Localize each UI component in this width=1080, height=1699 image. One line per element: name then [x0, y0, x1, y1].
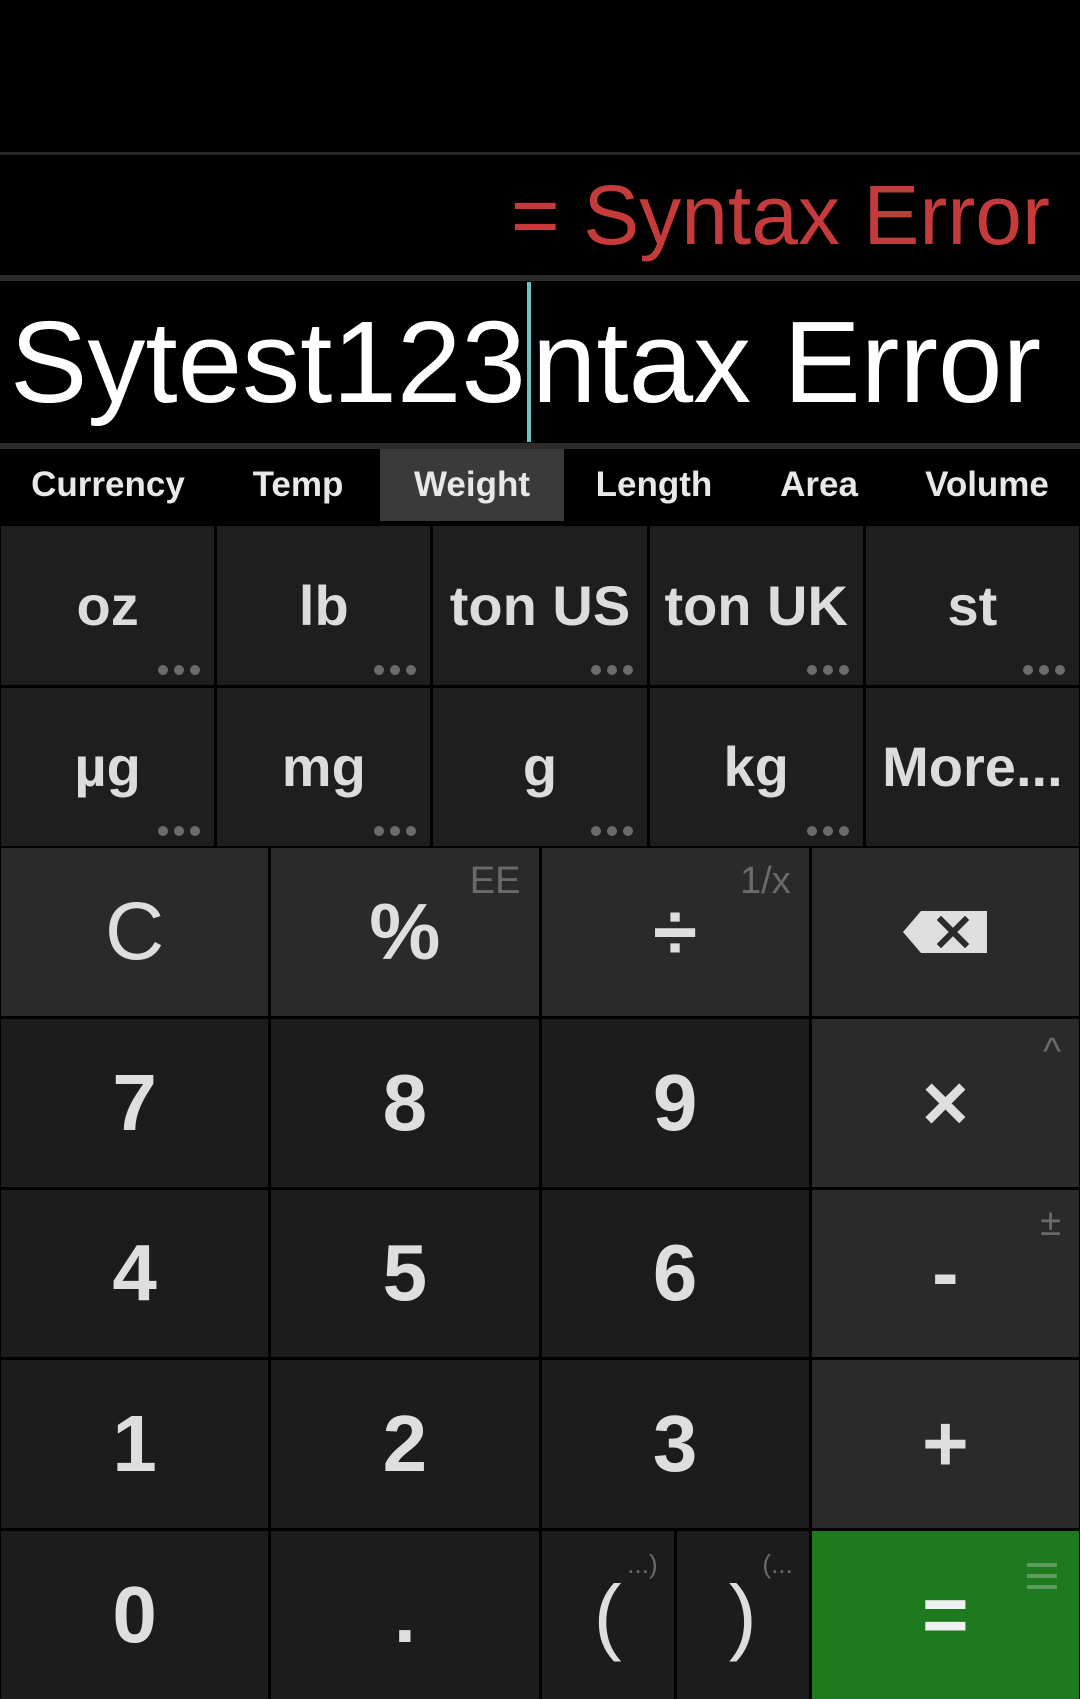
unit-label: lb: [298, 573, 349, 637]
equals-button[interactable]: =: [811, 1531, 1079, 1699]
more-options-icon: [590, 826, 633, 836]
converter-tabs: Currency Temp Weight Length Area Volume: [0, 449, 1080, 521]
expression-input[interactable]: Sytest123 ntax Error: [0, 281, 1080, 443]
tab-weight[interactable]: Weight: [380, 449, 564, 521]
decimal-point-button[interactable]: .: [271, 1531, 539, 1699]
key-alt-label: ...): [627, 1549, 658, 1580]
more-units-button[interactable]: More...: [865, 687, 1079, 846]
digit-5-button[interactable]: 5: [271, 1189, 539, 1358]
open-paren-button[interactable]: ( ...): [541, 1531, 674, 1699]
tab-area[interactable]: Area: [744, 449, 894, 521]
tab-volume[interactable]: Volume: [894, 449, 1080, 521]
key-label: .: [393, 1570, 416, 1660]
text-cursor: [526, 282, 531, 442]
more-options-icon: [374, 826, 417, 836]
tab-temp[interactable]: Temp: [216, 449, 380, 521]
result-text: = Syntax Error: [510, 168, 1050, 262]
close-paren-button[interactable]: ) (...: [676, 1531, 809, 1699]
more-options-icon: [806, 664, 849, 675]
key-label: ): [728, 1567, 757, 1662]
expression-after-cursor: ntax Error: [531, 297, 1042, 427]
more-options-icon: [158, 664, 201, 675]
key-label: 6: [652, 1228, 698, 1318]
key-label: 3: [652, 1399, 698, 1489]
unit-ton-us-button[interactable]: ton US: [433, 526, 647, 685]
unit-label: mg: [281, 735, 366, 799]
top-blank-area: [0, 0, 1080, 152]
key-alt-label: ^: [1043, 1030, 1061, 1073]
unit-lb-button[interactable]: lb: [217, 526, 431, 685]
key-label: 1: [112, 1399, 157, 1489]
digit-2-button[interactable]: 2: [271, 1360, 539, 1529]
digit-8-button[interactable]: 8: [271, 1018, 539, 1187]
key-label: =: [922, 1570, 969, 1660]
result-display: = Syntax Error: [0, 155, 1080, 275]
calculator-app: = Syntax Error Sytest123 ntax Error Curr…: [0, 0, 1080, 1699]
expression-before-cursor: Sytest123: [10, 297, 526, 427]
percent-button[interactable]: % EE: [271, 848, 539, 1016]
unit-label: ton UK: [664, 573, 848, 637]
digit-3-button[interactable]: 3: [541, 1360, 809, 1529]
backspace-button[interactable]: [811, 848, 1079, 1016]
digit-0-button[interactable]: 0: [1, 1531, 269, 1699]
clear-button[interactable]: C: [1, 848, 269, 1016]
divide-button[interactable]: ÷ 1/x: [541, 848, 809, 1016]
unit-keypad: oz lb ton US ton UK st µg mg g kg More..…: [0, 526, 1080, 846]
key-label: 8: [382, 1057, 428, 1147]
more-options-icon: [1022, 664, 1065, 675]
key-label: 9: [652, 1057, 698, 1147]
unit-label: oz: [76, 573, 139, 637]
key-label: C: [105, 885, 165, 977]
more-options-icon: [374, 664, 417, 675]
unit-oz-button[interactable]: oz: [1, 526, 215, 685]
key-label: %: [369, 886, 441, 976]
key-label: ÷: [653, 886, 698, 976]
key-label: ×: [922, 1057, 969, 1147]
key-label: 5: [382, 1228, 428, 1318]
key-label: 4: [112, 1228, 157, 1318]
key-alt-label: 1/x: [740, 860, 791, 902]
tab-length[interactable]: Length: [564, 449, 744, 521]
key-label: 7: [112, 1057, 157, 1147]
key-alt-label: (...: [762, 1549, 793, 1580]
minus-button[interactable]: - ±: [811, 1189, 1079, 1358]
key-label: 2: [382, 1399, 428, 1489]
plus-button[interactable]: +: [811, 1360, 1079, 1529]
unit-ug-button[interactable]: µg: [1, 687, 215, 846]
expression-text[interactable]: Sytest123 ntax Error: [10, 282, 1041, 442]
key-label: 0: [112, 1570, 157, 1660]
more-options-icon: [806, 826, 849, 836]
unit-label: ton US: [449, 573, 631, 637]
digit-7-button[interactable]: 7: [1, 1018, 269, 1187]
unit-label: µg: [74, 735, 141, 799]
digit-1-button[interactable]: 1: [1, 1360, 269, 1529]
key-label: -: [932, 1228, 959, 1318]
unit-mg-button[interactable]: mg: [217, 687, 431, 846]
menu-icon: [1027, 1563, 1057, 1590]
unit-st-button[interactable]: st: [865, 526, 1079, 685]
unit-g-button[interactable]: g: [433, 687, 647, 846]
tab-currency[interactable]: Currency: [0, 449, 216, 521]
backspace-icon: [903, 910, 988, 953]
key-alt-label: ±: [1040, 1201, 1061, 1244]
key-label: (: [593, 1567, 622, 1662]
key-label: +: [922, 1399, 969, 1489]
more-options-icon: [590, 664, 633, 675]
unit-label: More...: [882, 735, 1063, 799]
parentheses-keys: ( ...) ) (...: [541, 1531, 809, 1699]
key-alt-label: EE: [469, 860, 521, 902]
calculator-keypad: C % EE ÷ 1/x 7 8 9 × ^ 4 5 6 - ± 1 2 3 +…: [0, 848, 1080, 1699]
unit-label: st: [947, 573, 998, 637]
unit-label: g: [522, 735, 558, 799]
digit-6-button[interactable]: 6: [541, 1189, 809, 1358]
unit-ton-uk-button[interactable]: ton UK: [649, 526, 863, 685]
unit-kg-button[interactable]: kg: [649, 687, 863, 846]
digit-4-button[interactable]: 4: [1, 1189, 269, 1358]
unit-label: kg: [723, 735, 789, 799]
more-options-icon: [158, 826, 201, 836]
digit-9-button[interactable]: 9: [541, 1018, 809, 1187]
multiply-button[interactable]: × ^: [811, 1018, 1079, 1187]
